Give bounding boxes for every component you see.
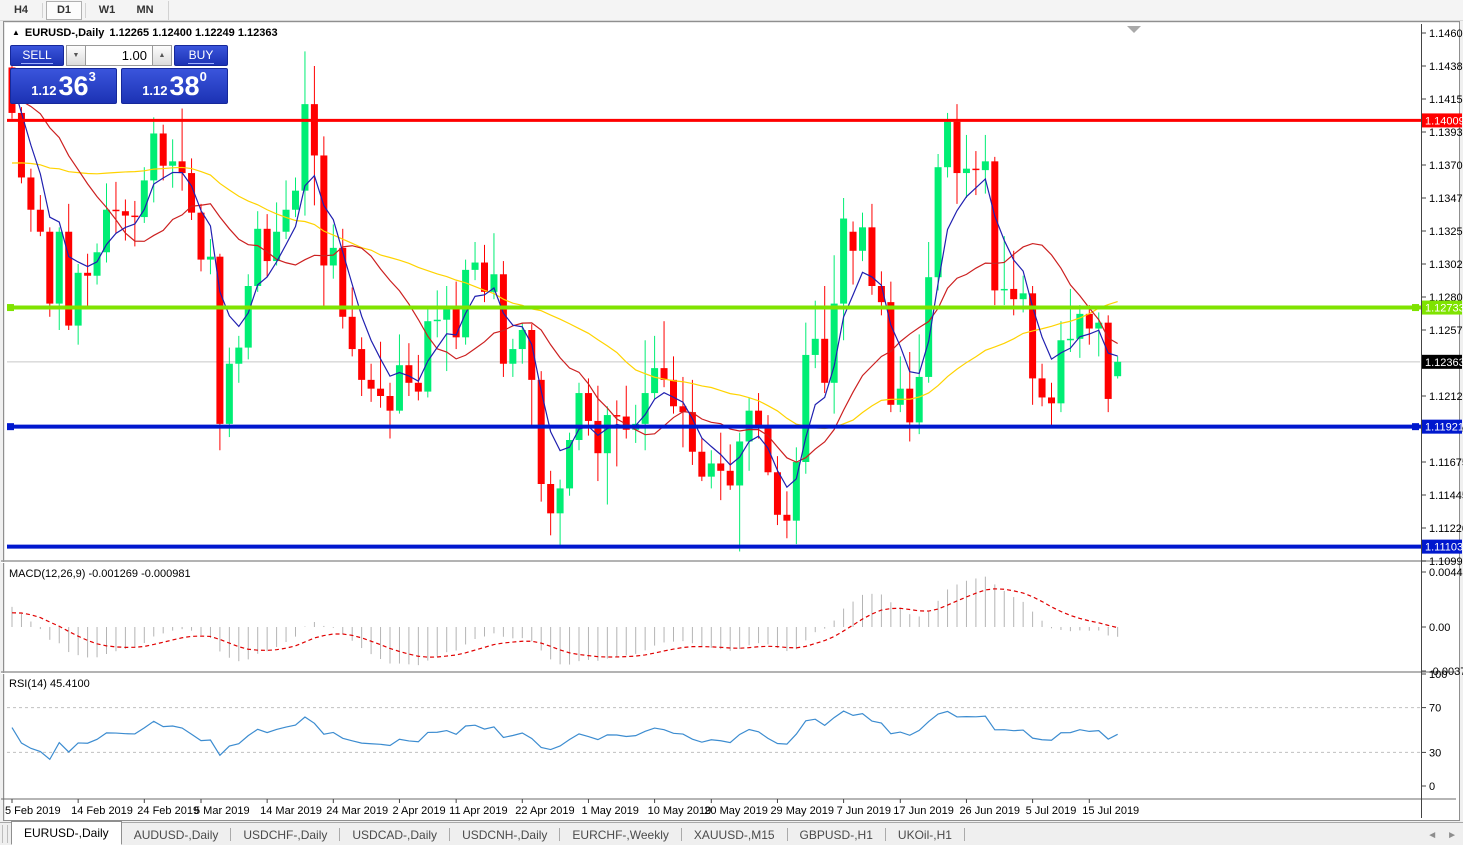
tab-eurchf-weekly[interactable]: EURCHF-,Weekly (560, 825, 680, 845)
macd-pane-label: MACD(12,26,9) -0.001269 -0.000981 (9, 568, 191, 580)
buy-button[interactable]: BUY (174, 45, 228, 66)
chevron-down-icon: ▼ (73, 52, 80, 59)
tab-scroll-right-icon[interactable]: ► (1447, 830, 1457, 841)
tab-scroll-left-icon[interactable]: ◄ (1427, 830, 1437, 841)
tab-separator (964, 828, 965, 841)
chart-window (3, 21, 1460, 821)
chart-title-symbol: EURUSD-,Daily (25, 27, 104, 39)
rsi-pane-label: RSI(14) 45.4100 (9, 678, 90, 690)
volume-stepper: ▼ ▲ (66, 45, 172, 66)
timeframe-button-mn[interactable]: MN (127, 1, 163, 20)
buy-price-prefix: 1.12 (142, 82, 167, 100)
chart-title-ohlc: 1.12265 1.12400 1.12249 1.12363 (109, 27, 277, 39)
tab-audusd-daily[interactable]: AUDUSD-,Daily (122, 825, 231, 845)
tab-ukoil-h1[interactable]: UKOil-,H1 (886, 825, 964, 845)
tab-usdcad-daily[interactable]: USDCAD-,Daily (340, 825, 449, 845)
volume-decrease-button[interactable]: ▼ (66, 45, 86, 66)
sell-price-button[interactable]: 1.12363 (10, 68, 117, 104)
volume-increase-button[interactable]: ▲ (152, 45, 172, 66)
chart-title: ▲ EURUSD-,Daily 1.12265 1.12400 1.12249 … (12, 27, 278, 39)
tab-eurusd-daily[interactable]: EURUSD-,Daily (11, 821, 122, 845)
tab-usdchf-daily[interactable]: USDCHF-,Daily (231, 825, 339, 845)
buy-price-button[interactable]: 1.12380 (121, 68, 228, 104)
collapse-triangle-icon[interactable]: ▲ (12, 29, 20, 37)
chevron-up-icon: ▲ (159, 52, 166, 59)
timeframe-button-d1[interactable]: D1 (46, 1, 82, 20)
tabbar-grip (2, 825, 8, 843)
buy-price-big: 38 (170, 74, 200, 100)
tab-scroll-arrows: ◄ ► (1427, 830, 1457, 841)
volume-input[interactable] (86, 45, 152, 66)
one-click-trading-panel: SELL ▼ ▲ BUY 1.12363 1.12380 (10, 45, 232, 104)
chart-tab-bar: EURUSD-,Daily AUDUSD-,Daily USDCHF-,Dail… (0, 822, 1463, 845)
tab-gbpusd-h1[interactable]: GBPUSD-,H1 (788, 825, 885, 845)
toolbar-separator (168, 1, 169, 20)
toolbar-separator (42, 3, 43, 18)
timeframe-button-w1[interactable]: W1 (89, 1, 125, 20)
toolbar-separator (85, 3, 86, 18)
tab-usdcnh-daily[interactable]: USDCNH-,Daily (450, 825, 559, 845)
sell-price-sup: 3 (89, 70, 96, 83)
timeframe-button-h4[interactable]: H4 (3, 1, 39, 20)
buy-price-sup: 0 (200, 70, 207, 83)
sell-button[interactable]: SELL (10, 45, 64, 66)
tab-xauusd-m15[interactable]: XAUUSD-,M15 (682, 825, 787, 845)
sell-price-big: 36 (59, 74, 89, 100)
timeframe-toolbar: H4 D1 W1 MN (0, 0, 1463, 21)
sell-price-prefix: 1.12 (31, 82, 56, 100)
